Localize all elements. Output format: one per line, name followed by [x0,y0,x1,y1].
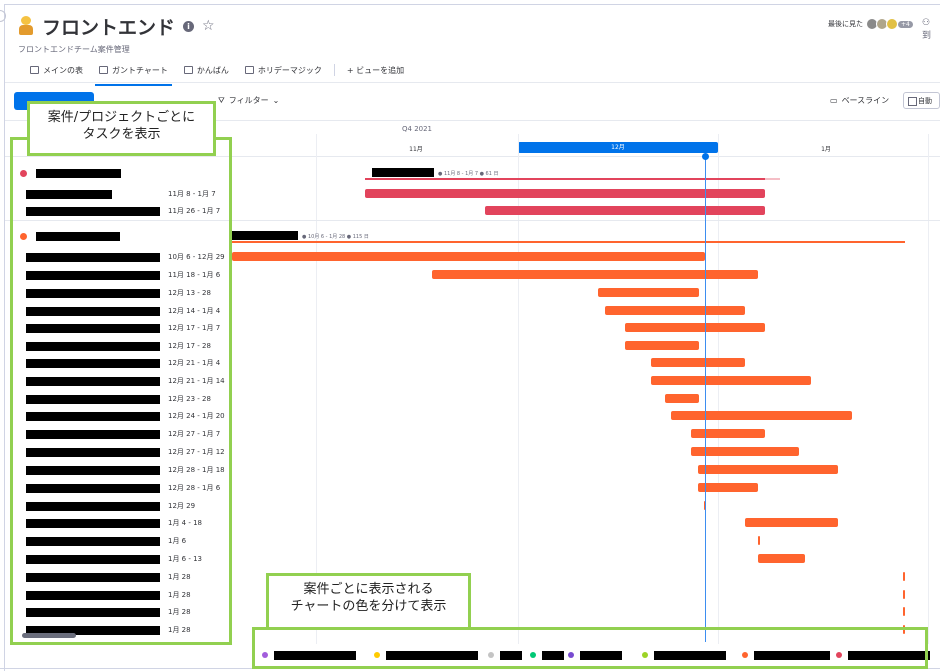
task-bar[interactable] [651,358,745,367]
group-summary: ● 11月 8 - 1月 7 ● 61 日 [438,171,499,177]
task-bar[interactable] [665,394,699,403]
tab-kanban[interactable]: かんばん [176,60,237,80]
tab-gantt[interactable]: ガントチャート [91,60,176,86]
filter-icon: ⛛ [218,95,225,105]
today-marker [705,156,706,642]
tab-label: ガントチャート [112,65,168,75]
task-bar[interactable] [625,341,699,350]
task-bar[interactable] [651,376,811,385]
add-view-label: + ビューを追加 [346,65,405,75]
task-bar[interactable] [485,206,765,215]
filter-label: フィルター [228,96,269,105]
divider [333,64,335,76]
task-bar[interactable] [691,429,765,438]
tab-label: ホリデーマジック [257,65,322,75]
board-description[interactable]: フロントエンドチーム案件管理 [18,44,130,55]
month-label: 11月 [409,146,423,153]
quarter-label: Q4 2021 [402,125,433,133]
group-summary: ● 10月 6 - 1月 28 ● 115 日 [302,234,369,240]
task-bar[interactable] [598,288,699,297]
today-dot[interactable] [702,153,709,160]
last-seen-label: 最後に見た [828,20,863,28]
task-bar[interactable] [625,323,765,332]
invite-label: 到 [922,31,932,41]
gantt-icon [99,66,108,74]
task-bar[interactable] [903,590,905,599]
group-span-line-faded [765,178,780,180]
kanban-icon [183,66,193,74]
group-span-line [230,241,905,243]
group-bar-label-redacted [230,231,298,240]
more-viewers-badge: +4 [898,20,913,28]
tab-holiday-magic[interactable]: ホリデーマジック [237,60,330,80]
divider [5,82,940,83]
task-list-highlight [10,137,232,645]
tab-label: メインの表 [43,65,83,75]
avatar [886,18,898,30]
baseline-icon: ▭ [830,96,838,105]
group-bar-label-redacted [372,168,434,177]
task-list-callout-line-1: 案件/プロジェクトごとに [47,110,196,125]
last-seen[interactable]: 最後に見た +4 [828,18,913,30]
baseline-label: ベースライン [841,96,890,105]
month-label: 1月 [821,146,831,153]
view-tabs: メインの表 ガントチャート かんばん ホリデーマジック + ビューを追加 [22,60,412,86]
task-bar[interactable] [671,411,852,420]
worker-emoji-icon [18,16,34,36]
star-icon[interactable]: ☆ [202,18,215,34]
chevron-down-icon: ⌄ [272,96,280,105]
table-icon [30,66,39,74]
auto-label: 自動 [918,97,932,105]
task-list-callout: 案件/プロジェクトごとに タスクを表示 [27,101,216,156]
filter-button[interactable]: ⛛ フィルター ⌄ [218,95,279,106]
task-bar[interactable] [605,306,745,315]
task-bar[interactable] [758,554,805,563]
gridline [316,134,317,644]
tab-main-table[interactable]: メインの表 [22,60,91,80]
gridline [928,134,929,644]
task-bar[interactable] [232,252,705,261]
legend-callout-line-2: チャートの色を分けて表示 [290,599,447,614]
person-icon: ⚇ [922,18,931,28]
baseline-button[interactable]: ▭ ベースライン [830,95,889,106]
board-header: フロントエンド i ☆ [18,13,215,40]
legend-callout-line-1: 案件ごとに表示される [303,582,434,597]
calendar-icon [244,66,254,74]
legend-highlight [252,627,928,669]
task-bar[interactable] [745,518,838,527]
board-title[interactable]: フロントエンド [42,13,175,40]
task-list-callout-line-2: タスクを表示 [82,127,161,142]
invite-person-icon[interactable]: ⚇ 到 [922,18,940,41]
task-bar[interactable] [903,607,905,616]
task-bar[interactable] [691,447,799,456]
info-icon[interactable]: i [183,20,195,32]
current-month-label[interactable]: 12月 [518,142,718,153]
task-bar[interactable] [903,572,905,581]
legend-callout: 案件ごとに表示される チャートの色を分けて表示 [266,573,471,630]
add-view-button[interactable]: + ビューを追加 [339,60,412,80]
auto-fit-button[interactable]: 自動 [903,92,940,109]
task-bar[interactable] [758,536,760,545]
task-bar[interactable] [432,270,758,279]
task-bar[interactable] [698,483,758,492]
tab-label: かんばん [196,65,229,75]
task-bar[interactable] [698,465,838,474]
